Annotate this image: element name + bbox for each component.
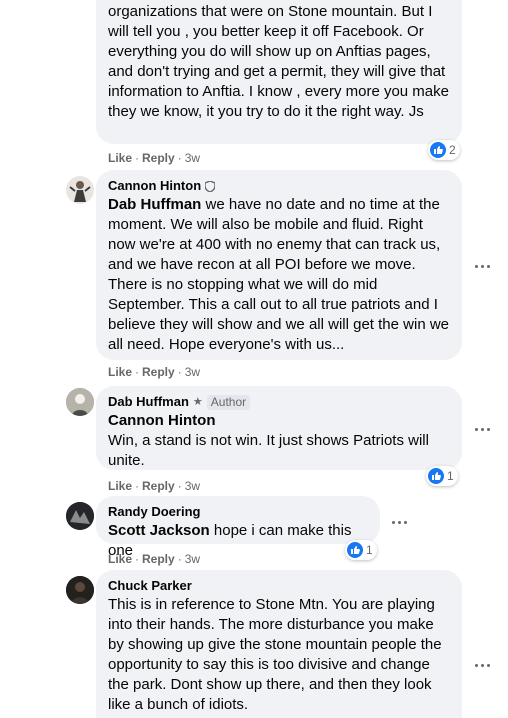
comment-text: This is in reference to Stone Mtn. You a…: [108, 596, 442, 713]
comment-author[interactable]: Dab Huffman: [108, 394, 189, 410]
avatar[interactable]: [66, 576, 94, 604]
reaction-number: 2: [449, 143, 456, 157]
comment-actions: Like · Reply · 3w: [108, 365, 201, 379]
comment-time[interactable]: 3w: [185, 552, 200, 566]
comment-author[interactable]: Chuck Parker: [108, 578, 192, 594]
like-reaction-icon: [430, 142, 446, 158]
like-button[interactable]: Like: [108, 365, 132, 379]
more-options-icon[interactable]: [387, 514, 411, 530]
like-button[interactable]: Like: [108, 151, 132, 165]
mention-link[interactable]: Dab Huffman: [108, 196, 201, 213]
reply-button[interactable]: Reply: [142, 552, 175, 566]
comment-time[interactable]: 3w: [185, 365, 200, 379]
avatar[interactable]: [66, 502, 94, 530]
like-button[interactable]: Like: [108, 479, 132, 493]
mention-link[interactable]: Scott Jackson: [108, 522, 210, 539]
comment-text: Win, a stand is not win. It just shows P…: [108, 432, 429, 469]
comment-bubble: Chuck Parker This is in reference to Sto…: [96, 570, 462, 718]
author-badge: Author: [206, 394, 251, 410]
reaction-count[interactable]: 1: [345, 540, 377, 560]
top-fan-shield-icon: [205, 180, 216, 192]
mention-link[interactable]: Cannon Hinton: [108, 411, 450, 431]
like-reaction-icon: [428, 468, 444, 484]
star-icon: ★: [192, 396, 203, 408]
reaction-count[interactable]: 1: [426, 466, 458, 486]
comment-bubble: organizations that were on Stone mountai…: [96, 0, 462, 144]
reaction-number: 1: [447, 469, 454, 483]
comment-time[interactable]: 3w: [185, 479, 200, 493]
more-options-icon[interactable]: [470, 421, 494, 437]
avatar[interactable]: [66, 388, 94, 416]
reaction-number: 1: [366, 543, 373, 557]
like-button[interactable]: Like: [108, 552, 132, 566]
reply-button[interactable]: Reply: [142, 151, 175, 165]
comment-text: organizations that were on Stone mountai…: [108, 3, 449, 120]
more-options-icon[interactable]: [470, 657, 494, 673]
comment-time[interactable]: 3w: [185, 151, 200, 165]
comment-bubble: Randy Doering Scott Jackson hope i can m…: [96, 496, 380, 559]
comment-bubble: Cannon Hinton Dab Huffman we have no dat…: [96, 170, 462, 360]
comment-actions: Like · Reply · 3w: [108, 552, 201, 566]
more-options-icon[interactable]: [470, 258, 494, 274]
like-reaction-icon: [347, 542, 363, 558]
comment-author[interactable]: Randy Doering: [108, 504, 200, 520]
comment-text: we have no date and no time at the momen…: [108, 196, 450, 353]
reply-button[interactable]: Reply: [142, 479, 175, 493]
comment-author[interactable]: Cannon Hinton: [108, 178, 201, 194]
avatar[interactable]: [66, 176, 94, 204]
comment-bubble: Dab Huffman ★ Author Cannon Hinton Win, a…: [96, 386, 462, 470]
reply-button[interactable]: Reply: [142, 365, 175, 379]
comment-actions: Like · Reply · 3w: [108, 151, 201, 165]
comment-actions: Like · Reply · 3w: [108, 479, 201, 493]
reaction-count[interactable]: 2: [428, 140, 460, 160]
